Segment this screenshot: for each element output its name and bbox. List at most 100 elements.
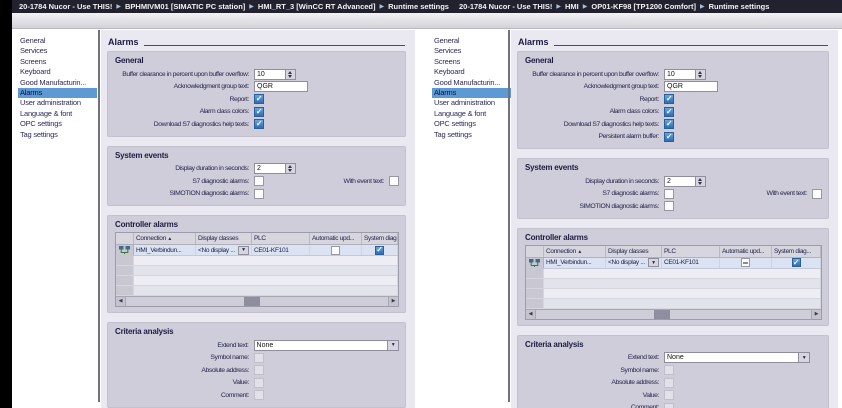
symbol-name-checkbox[interactable] [254,353,264,363]
persistent-alarm-buffer-checkbox[interactable] [664,132,674,142]
h-scrollbar[interactable]: ◀ ▶ [526,309,821,319]
col-automatic-update[interactable]: Automatic upd... [310,233,362,244]
dropdown-icon[interactable]: ▼ [387,341,398,350]
col-system-diagnostics[interactable]: System diag... [362,233,398,244]
col-plc[interactable]: PLC [252,233,310,244]
breadcrumb-item[interactable]: Runtime settings [388,2,449,11]
col-plc[interactable]: PLC [662,246,720,257]
col-display-classes[interactable]: Display classes [606,246,662,257]
buffer-clearance-value[interactable]: 10 [665,70,695,79]
empty-table-row[interactable] [116,276,398,286]
table-row[interactable]: HMI_Verbindun... <No display ... ▼ CE01-… [116,245,398,256]
nav-opc-settings[interactable]: OPC settings [432,119,511,129]
connection-cell[interactable]: HMI_Verbindun... [134,245,196,255]
sys-diag-cell[interactable] [362,245,398,255]
row-icon-cell[interactable] [526,258,544,268]
alarm-class-colors-checkbox[interactable] [664,107,674,117]
report-checkbox[interactable] [254,94,264,104]
scroll-thumb[interactable] [244,297,260,306]
absolute-address-checkbox[interactable] [254,365,264,375]
buffer-clearance-spinner[interactable]: 10 [664,69,706,80]
absolute-address-checkbox[interactable] [664,378,674,388]
splitter[interactable] [508,30,510,402]
report-checkbox[interactable] [664,94,674,104]
nav-good-manufacturing[interactable]: Good Manufacturin... [432,78,511,88]
empty-table-row[interactable] [116,256,398,266]
sys-diag-checkbox[interactable] [375,246,384,255]
buffer-clearance-value[interactable]: 10 [255,70,285,79]
empty-table-row[interactable] [526,289,821,299]
breadcrumb-item[interactable]: BPHMIVM01 [SIMATIC PC station] [125,2,245,11]
nav-opc-settings[interactable]: OPC settings [18,119,97,129]
display-classes-cell[interactable]: <No display ... ▼ [196,245,252,255]
spinner-buttons[interactable] [285,164,295,173]
display-duration-value[interactable]: 2 [255,164,285,173]
display-duration-spinner[interactable]: 2 [254,163,296,174]
spinner-buttons[interactable] [695,70,705,79]
download-s7-help-checkbox[interactable] [254,119,264,129]
spin-down-icon[interactable] [696,74,705,79]
dropdown-icon[interactable]: ▼ [798,353,809,362]
auto-update-cell[interactable] [310,245,362,255]
nav-user-administration[interactable]: User administration [18,98,97,108]
nav-keyboard[interactable]: Keyboard [18,67,97,77]
row-icon-cell[interactable] [116,245,134,255]
display-classes-cell[interactable]: <No display ... ▼ [606,258,662,268]
extend-text-select[interactable]: None ▼ [254,340,399,351]
col-system-diagnostics[interactable]: System diag... [772,246,821,257]
comment-checkbox[interactable] [664,403,674,408]
nav-general[interactable]: General [18,36,97,46]
with-event-text-checkbox[interactable] [812,189,822,199]
dropdown-icon[interactable]: ▼ [648,258,659,267]
nav-keyboard[interactable]: Keyboard [432,67,511,77]
s7-diagnostic-alarms-checkbox[interactable] [254,176,264,186]
col-connection[interactable]: Connection ▲ [134,233,196,244]
breadcrumb-item[interactable]: OP01-KF98 [TP1200 Comfort] [591,2,696,11]
sys-diag-checkbox[interactable] [792,258,801,267]
spinner-buttons[interactable] [695,177,705,186]
connection-cell[interactable]: HMI_Verbindun... [544,258,606,268]
extend-text-select[interactable]: None ▼ [664,352,810,363]
nav-language-font[interactable]: Language & font [432,109,511,119]
auto-update-checkbox[interactable] [331,246,340,255]
row-selector-header[interactable] [116,233,134,244]
nav-services[interactable]: Services [18,46,97,56]
breadcrumb-item[interactable]: HMI_RT_3 [WinCC RT Advanced] [258,2,376,11]
simotion-diagnostic-alarms-checkbox[interactable] [664,201,674,211]
dropdown-icon[interactable]: ▼ [238,246,249,255]
scroll-left-icon[interactable]: ◀ [116,297,126,306]
nav-screens[interactable]: Screens [432,57,511,67]
display-duration-spinner[interactable]: 2 [664,176,706,187]
breadcrumb-item[interactable]: Runtime settings [709,2,770,11]
spin-down-icon[interactable] [696,181,705,186]
nav-alarms[interactable]: Alarms [432,88,511,98]
comment-checkbox[interactable] [254,390,264,400]
ack-group-text-input[interactable]: QGR [254,81,308,92]
spin-down-icon[interactable] [286,74,295,79]
col-connection[interactable]: Connection ▲ [544,246,606,257]
nav-alarms[interactable]: Alarms [18,88,97,98]
breadcrumb-item[interactable]: 20-1784 Nucor - Use THIS! [19,2,112,11]
spinner-buttons[interactable] [285,70,295,79]
symbol-name-checkbox[interactable] [664,365,674,375]
ack-group-text-input[interactable]: QGR [664,81,718,92]
buffer-clearance-spinner[interactable]: 10 [254,69,296,80]
auto-update-checkbox[interactable] [741,258,750,267]
empty-table-row[interactable] [116,286,398,296]
row-selector-header[interactable] [526,246,544,257]
sys-diag-cell[interactable] [772,258,821,268]
nav-screens[interactable]: Screens [18,57,97,67]
simotion-diagnostic-alarms-checkbox[interactable] [254,189,264,199]
col-display-classes[interactable]: Display classes [196,233,252,244]
table-row[interactable]: HMI_Verbindun... <No display ... ▼ CE01-… [526,258,821,269]
s7-diagnostic-alarms-checkbox[interactable] [664,189,674,199]
display-duration-value[interactable]: 2 [665,177,695,186]
extend-text-value[interactable]: None [665,353,798,362]
splitter[interactable] [98,30,100,402]
plc-cell[interactable]: CE01-KF101 [252,245,310,255]
auto-update-cell[interactable] [720,258,772,268]
empty-table-row[interactable] [526,299,821,309]
value-checkbox[interactable] [664,390,674,400]
scroll-left-icon[interactable]: ◀ [526,310,536,319]
scroll-thumb[interactable] [654,310,670,319]
